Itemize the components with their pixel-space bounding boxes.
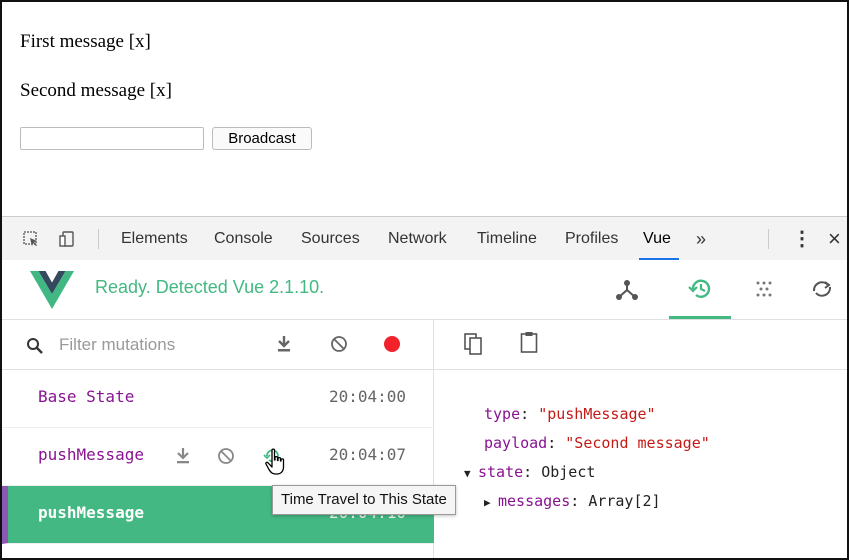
state-inspector: type: "pushMessage" payload: "Second mes… [434, 320, 847, 558]
field-value: "Second message" [565, 434, 710, 452]
mutation-name: pushMessage [38, 445, 144, 464]
vue-logo-icon [30, 271, 74, 309]
message-item[interactable]: Second message [x] [20, 80, 172, 102]
block-icon[interactable] [217, 447, 235, 465]
field-value: Array[2] [588, 492, 661, 510]
active-tab-indicator [669, 316, 731, 319]
vue-devtools-header: Ready. Detected Vue 2.1.10. [2, 260, 847, 320]
mutation-name: Base State [38, 387, 135, 406]
screenshot-frame: First message [x] Second message [x] Bro… [0, 0, 849, 560]
block-icon[interactable] [330, 335, 348, 353]
tab-profiles[interactable]: Profiles [565, 217, 618, 260]
refresh-icon[interactable] [808, 275, 836, 303]
inspect-icon[interactable] [23, 231, 39, 247]
field-value: Object [541, 463, 596, 481]
field-key: payload [484, 434, 548, 452]
device-icon[interactable] [59, 231, 75, 247]
inspector-toolbar [434, 320, 847, 370]
more-tabs-button[interactable]: » [696, 217, 706, 260]
download-icon[interactable] [174, 447, 192, 465]
tab-sources[interactable]: Sources [301, 217, 360, 260]
time-travel-icon[interactable] [686, 275, 714, 303]
filter-mutations-input[interactable] [57, 334, 241, 356]
components-icon[interactable] [613, 275, 641, 303]
expand-right-icon[interactable]: ▶ [484, 496, 498, 509]
copy-icon[interactable] [464, 333, 482, 355]
broadcast-button[interactable]: Broadcast [212, 127, 312, 150]
state-field[interactable]: ▶ messages: Array[2] [484, 492, 661, 510]
mutation-name: pushMessage [38, 503, 144, 522]
close-button[interactable]: × [828, 217, 841, 260]
field-key: messages [498, 492, 571, 510]
status-text: Ready. Detected Vue 2.1.10. [95, 277, 325, 297]
devtools-tabbar: Elements Console Sources Network Timelin… [2, 216, 847, 260]
tab-elements[interactable]: Elements [121, 217, 188, 260]
message-item[interactable]: First message [x] [20, 31, 151, 53]
state-field: payload: "Second message" [484, 434, 710, 452]
divider [768, 229, 769, 249]
mutation-time: 20:04:07 [329, 445, 407, 464]
search-icon [27, 338, 43, 354]
tab-network[interactable]: Network [388, 217, 447, 260]
expand-down-icon[interactable]: ▼ [464, 467, 478, 480]
field-value: "pushMessage" [538, 405, 656, 423]
list-item[interactable]: pushMessage 20:04:07 [2, 428, 434, 486]
vuex-icon[interactable] [750, 275, 778, 303]
paste-icon[interactable] [520, 331, 538, 353]
field-key: type [484, 405, 521, 423]
mutation-time: 20:04:00 [329, 387, 407, 406]
divider [98, 229, 99, 249]
download-icon[interactable] [276, 335, 292, 353]
message-input[interactable] [20, 127, 204, 150]
tab-timeline[interactable]: Timeline [477, 217, 537, 260]
record-icon[interactable] [383, 335, 401, 353]
tooltip: Time Travel to This State [272, 485, 456, 515]
tab-vue[interactable]: Vue [639, 217, 679, 260]
mutations-pane: Base State 20:04:00 pushMessage 20:04:07… [2, 320, 434, 558]
state-field[interactable]: ▼ state: Object [464, 463, 595, 481]
menu-button[interactable]: ⋮ [792, 217, 812, 260]
cursor-hand-icon [265, 448, 285, 475]
state-field: type: "pushMessage" [484, 405, 656, 423]
filter-bar [2, 320, 434, 370]
list-item[interactable]: Base State 20:04:00 [2, 370, 434, 428]
tab-console[interactable]: Console [214, 217, 273, 260]
field-key: state [478, 463, 524, 481]
app-page: First message [x] Second message [x] Bro… [2, 2, 847, 216]
